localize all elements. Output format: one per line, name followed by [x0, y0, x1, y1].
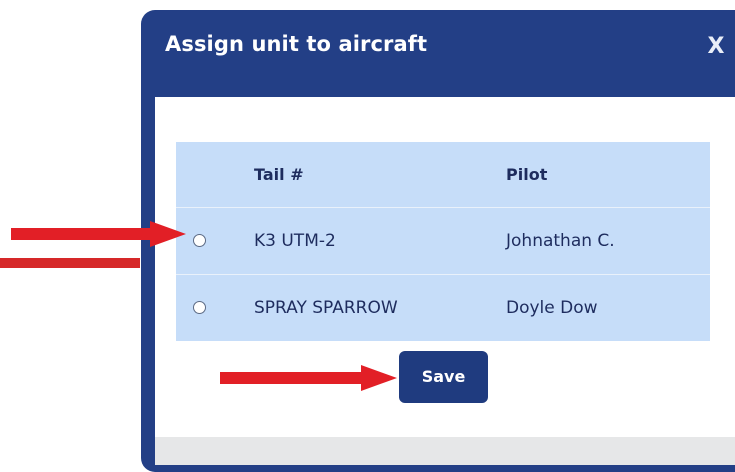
dialog-title: Assign unit to aircraft	[165, 32, 428, 56]
radio-k3-utm-2[interactable]	[193, 234, 206, 247]
tail-cell: SPRAY SPARROW	[254, 298, 398, 318]
tail-cell: K3 UTM-2	[254, 231, 336, 251]
arrow-head	[361, 365, 397, 391]
table-row[interactable]: K3 UTM-2 Johnathan C.	[176, 208, 710, 275]
header-pilot: Pilot	[506, 165, 548, 184]
aircraft-table: Tail # Pilot K3 UTM-2 Johnathan C. SPRAY…	[176, 142, 710, 341]
annotation-line	[0, 258, 140, 268]
close-button[interactable]: X	[701, 32, 731, 62]
arrow-head	[150, 221, 186, 247]
screenshot-stage: Assign unit to aircraft X Tail # Pilot K…	[0, 0, 735, 472]
radio-spray-sparrow[interactable]	[193, 301, 206, 314]
save-button[interactable]: Save	[399, 351, 488, 403]
dialog-body: Tail # Pilot K3 UTM-2 Johnathan C. SPRAY…	[155, 97, 735, 437]
table-header: Tail # Pilot	[176, 142, 710, 208]
dialog-footer	[155, 437, 735, 465]
table-row[interactable]: SPRAY SPARROW Doyle Dow	[176, 275, 710, 341]
assign-unit-dialog: Assign unit to aircraft X Tail # Pilot K…	[141, 10, 735, 472]
header-tail: Tail #	[254, 165, 304, 184]
arrow-shaft	[220, 372, 362, 384]
arrow-shaft	[11, 228, 151, 240]
pilot-cell: Doyle Dow	[506, 298, 598, 318]
pilot-cell: Johnathan C.	[506, 231, 615, 251]
